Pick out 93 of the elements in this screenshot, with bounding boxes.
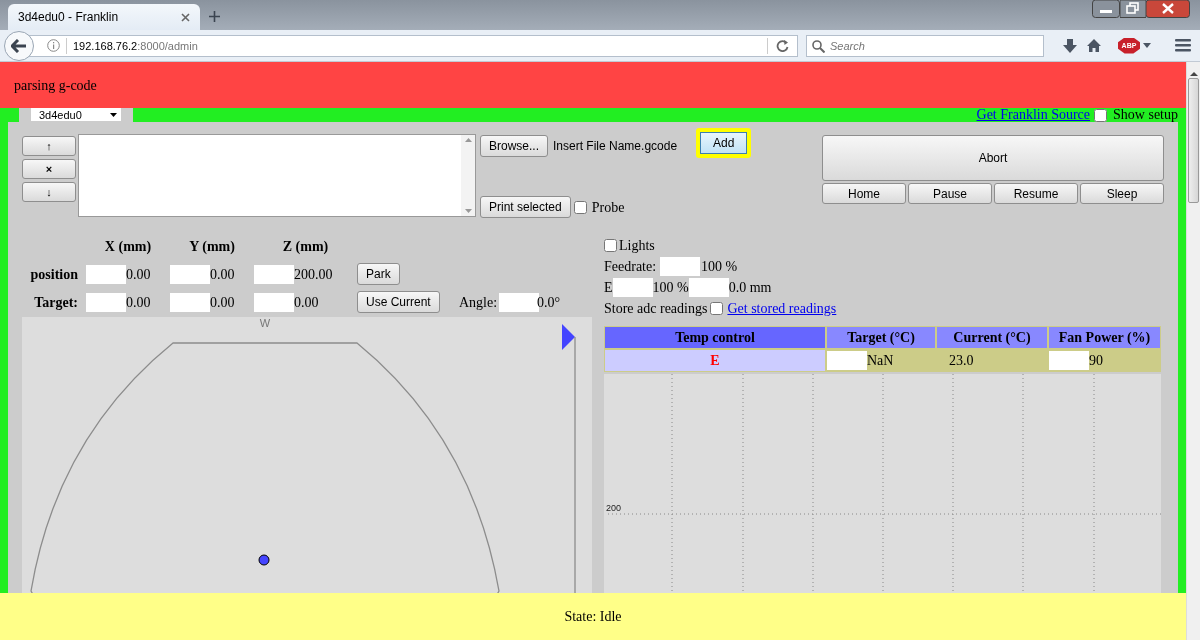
close-window-icon[interactable] (1146, 0, 1190, 18)
info-icon (47, 39, 60, 52)
row-label: position (29, 265, 79, 284)
lights-checkbox[interactable] (604, 239, 617, 252)
feedrate-value: 100 % (701, 258, 738, 276)
nozzle-dot[interactable] (258, 554, 270, 566)
feedrate-input[interactable] (660, 257, 701, 276)
status-banner: parsing g-code (0, 62, 1186, 108)
search-icon (812, 39, 825, 53)
control-button[interactable]: Pause (908, 183, 992, 204)
source-link[interactable]: Get Franklin Source (976, 108, 1091, 122)
distance-input[interactable] (688, 278, 729, 297)
use-current-button[interactable]: Use Current (357, 291, 440, 313)
column-header: Temp control (604, 326, 826, 349)
coordinate-input[interactable] (170, 264, 210, 284)
caret-icon (1143, 43, 1151, 48)
fan-power-input[interactable] (1049, 351, 1089, 370)
control-button[interactable]: Sleep (1080, 183, 1164, 204)
coordinate-value: 0.00 (126, 265, 151, 284)
field-label: Feedrate: (604, 258, 657, 276)
stored-readings-link[interactable]: Get stored readings (727, 298, 837, 319)
coordinate-value: 200.00 (294, 265, 333, 284)
coordinate-value: 0.00 (210, 265, 235, 284)
caret-icon (110, 112, 117, 117)
axis-tick-label: 200 (606, 503, 622, 513)
coordinate-input[interactable] (170, 292, 210, 312)
page-scrollbar[interactable] (1186, 62, 1200, 640)
abort-button[interactable]: Abort (822, 135, 1164, 181)
adc-checkbox[interactable] (710, 302, 724, 315)
table-cell: 23.0 (936, 349, 1048, 372)
checkbox-label: Lights (619, 237, 655, 255)
download-icon[interactable] (1062, 37, 1078, 54)
url-text: 192.168.76.2:8000/admin (73, 39, 198, 52)
back-button[interactable] (4, 30, 34, 61)
checkbox-label: Store adc readings (604, 300, 708, 318)
reload-icon[interactable] (776, 39, 789, 52)
print-selected-button[interactable]: Print selected (480, 196, 571, 218)
coordinate-value: 0.00 (294, 293, 319, 312)
target-value: NaN (867, 352, 894, 370)
close-icon[interactable] (181, 12, 190, 22)
park-button[interactable]: Park (357, 263, 400, 285)
flow-input[interactable] (612, 278, 653, 297)
browse-button[interactable]: Browse... (480, 135, 548, 157)
home-icon[interactable] (1086, 38, 1102, 53)
menu-icon[interactable] (1175, 39, 1191, 52)
remove-button[interactable]: × (22, 159, 76, 179)
angle-label: Angle: (459, 293, 499, 312)
column-header: Fan Power (%) (1048, 326, 1161, 349)
printer-select[interactable]: 3d4edu0 (31, 108, 121, 121)
show-setup-checkbox[interactable] (1094, 108, 1108, 122)
file-list[interactable] (78, 134, 476, 217)
column-header: Target (°C) (826, 326, 936, 349)
url-field[interactable]: 192.168.76.2:8000/admin (28, 34, 798, 57)
scroll-up-icon (464, 138, 472, 142)
scroll-down-icon (464, 209, 472, 213)
list-scrollbar[interactable] (461, 135, 475, 216)
target-input[interactable] (827, 351, 867, 370)
browser-tab[interactable]: 3d4edu0 - Franklin (8, 4, 200, 30)
plus-icon[interactable] (209, 11, 220, 22)
coordinate-input[interactable] (254, 264, 294, 284)
search-field[interactable]: Search (806, 34, 1044, 57)
file-name-text: Insert File Name.gcode (553, 138, 678, 155)
move-up-button[interactable]: ↑ (22, 136, 76, 156)
coordinate-value: 0.00 (126, 293, 151, 312)
scrollbar-thumb[interactable] (1188, 78, 1199, 203)
angle-input[interactable] (499, 292, 539, 312)
checkbox-label: Probe (591, 198, 625, 217)
move-down-button[interactable]: ↓ (22, 182, 76, 202)
restore-icon[interactable] (1120, 0, 1146, 18)
fan-power-value: 90 (1089, 352, 1103, 370)
status-text: State: Idle (0, 593, 1186, 640)
checkbox-label: Show setup (1113, 108, 1178, 122)
probe-checkbox[interactable] (573, 200, 587, 214)
column-header: Y (mm) (188, 238, 236, 256)
minimize-icon[interactable] (1092, 0, 1120, 18)
back-arrow-icon[interactable] (11, 38, 27, 53)
control-button[interactable]: Resume (994, 183, 1078, 204)
column-header: Z (mm) (281, 238, 330, 256)
distance-value: 0.0 mm (728, 279, 772, 297)
coordinate-input[interactable] (254, 292, 294, 312)
coordinate-value: 0.00 (210, 293, 235, 312)
row-label: E (604, 349, 826, 372)
direction-label: W (259, 317, 271, 329)
add-button[interactable]: Add (696, 128, 752, 158)
angle-value: 0.0° (537, 293, 562, 312)
column-header: Current (°C) (936, 326, 1048, 349)
flow-value: 100 % (652, 279, 689, 297)
column-header: X (mm) (103, 238, 153, 256)
coordinate-input[interactable] (86, 292, 126, 312)
field-label: E (604, 279, 613, 297)
coordinate-input[interactable] (86, 264, 126, 284)
row-label: Target: (33, 293, 79, 312)
control-button[interactable]: Home (822, 183, 906, 204)
